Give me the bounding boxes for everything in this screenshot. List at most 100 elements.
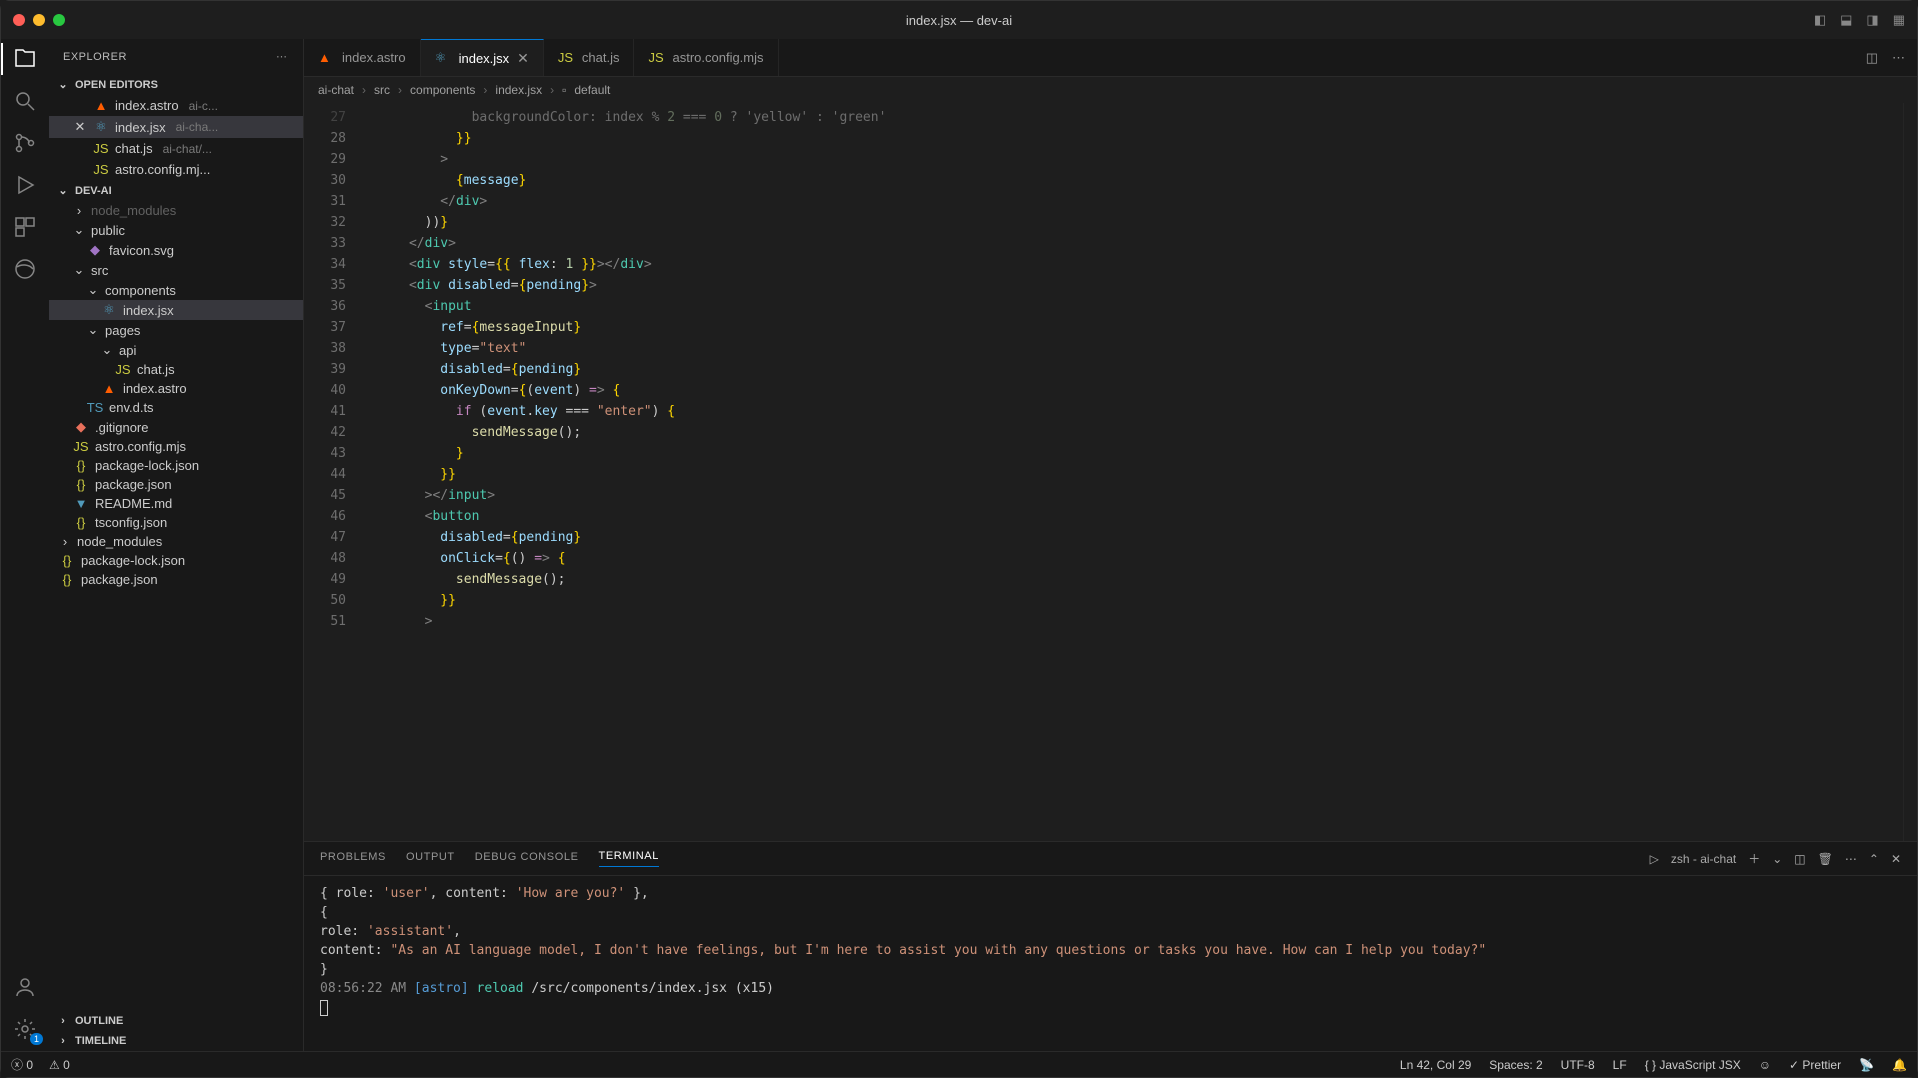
run-debug-icon[interactable] — [13, 173, 37, 197]
js-file-icon: JS — [115, 362, 131, 377]
tab-terminal[interactable]: TERMINAL — [599, 850, 659, 867]
tab-debug-console[interactable]: DEBUG CONSOLE — [475, 851, 579, 867]
react-file-icon: ⚛ — [93, 119, 109, 135]
tree-file[interactable]: ⚛index.jsx — [49, 300, 303, 320]
file-name: index.astro — [123, 381, 187, 396]
search-icon[interactable] — [13, 89, 37, 113]
tab-problems[interactable]: PROBLEMS — [320, 851, 386, 867]
tab-output[interactable]: OUTPUT — [406, 851, 455, 867]
split-editor-icon[interactable]: ◫ — [1866, 50, 1878, 66]
tree-file[interactable]: {}package-lock.json — [49, 456, 303, 475]
breadcrumb-item[interactable]: default — [574, 83, 610, 97]
tree-folder[interactable]: ⌄src — [49, 260, 303, 280]
close-icon[interactable]: ✕ — [73, 119, 87, 135]
minimap[interactable] — [1903, 103, 1917, 841]
close-tab-icon[interactable]: ✕ — [517, 50, 529, 67]
maximize-panel-icon[interactable]: ⌃ — [1869, 852, 1879, 866]
project-section[interactable]: ⌄ DEV-AI — [49, 180, 303, 201]
layout-icon[interactable]: ▦ — [1893, 12, 1905, 28]
split-terminal-icon[interactable]: ◫ — [1794, 852, 1805, 866]
explorer-icon[interactable] — [13, 47, 37, 71]
sidebar-more-icon[interactable]: ⋯ — [276, 50, 289, 63]
editor-tab[interactable]: ⚛index.jsx✕ — [421, 39, 544, 76]
close-panel-icon[interactable]: ✕ — [1891, 852, 1901, 866]
terminal-content[interactable]: { role: 'user', content: 'How are you?' … — [304, 876, 1917, 1051]
editor-tab[interactable]: JSchat.js — [544, 39, 635, 76]
terminal-chevron-icon[interactable]: ⌄ — [1772, 852, 1782, 866]
open-editors-section[interactable]: ⌄ OPEN EDITORS — [49, 74, 303, 95]
tree-file[interactable]: TSenv.d.ts — [49, 398, 303, 417]
terminal-shell-label[interactable]: zsh - ai-chat — [1671, 852, 1736, 866]
open-editor-item[interactable]: JSchat.jsai-chat/... — [49, 138, 303, 159]
more-terminal-icon[interactable]: ⋯ — [1845, 852, 1857, 866]
sidebar-title: EXPLORER — [63, 51, 127, 63]
tree-file[interactable]: ◆favicon.svg — [49, 240, 303, 260]
breadcrumb-item[interactable]: components — [410, 83, 475, 97]
open-editor-item[interactable]: ✕⚛index.jsxai-cha... — [49, 116, 303, 138]
status-language[interactable]: { } JavaScript JSX — [1645, 1058, 1741, 1072]
sidebar: EXPLORER ⋯ ⌄ OPEN EDITORS ▲index.astroai… — [49, 39, 304, 1051]
extensions-icon[interactable] — [13, 215, 37, 239]
tree-folder[interactable]: ⌄pages — [49, 320, 303, 340]
status-spaces[interactable]: Spaces: 2 — [1489, 1058, 1542, 1072]
breadcrumb-item[interactable]: ai-chat — [318, 83, 354, 97]
tab-more-icon[interactable]: ⋯ — [1892, 50, 1905, 66]
accounts-icon[interactable] — [13, 975, 37, 999]
timeline-label: TIMELINE — [75, 1035, 126, 1047]
tab-label: astro.config.mjs — [672, 50, 763, 65]
file-name: package-lock.json — [81, 553, 185, 568]
edge-icon[interactable] — [13, 257, 37, 281]
tree-file[interactable]: JSchat.js — [49, 360, 303, 379]
status-encoding[interactable]: UTF-8 — [1561, 1058, 1595, 1072]
timeline-section[interactable]: › TIMELINE — [49, 1031, 303, 1051]
file-name: favicon.svg — [109, 243, 174, 258]
open-editor-item[interactable]: JSastro.config.mj... — [49, 159, 303, 180]
tree-file[interactable]: {}package.json — [49, 570, 303, 589]
panel-bottom-icon[interactable]: ⬓ — [1840, 12, 1852, 28]
tree-file[interactable]: ▲index.astro — [49, 379, 303, 398]
tree-folder[interactable]: ›node_modules — [49, 532, 303, 551]
status-warnings[interactable]: ⚠ 0 — [49, 1058, 70, 1072]
tree-file[interactable]: ◆.gitignore — [49, 417, 303, 437]
breadcrumbs[interactable]: ai-chat›src›components›index.jsx›▫ defau… — [304, 77, 1917, 103]
titlebar: index.jsx — dev-ai ◧ ⬓ ◨ ▦ — [1, 1, 1917, 39]
chevron-icon: ⌄ — [87, 282, 99, 298]
breadcrumb-item[interactable]: index.jsx — [495, 83, 542, 97]
tree-folder[interactable]: ⌄public — [49, 220, 303, 240]
outline-section[interactable]: › OUTLINE — [49, 1011, 303, 1031]
source-control-icon[interactable] — [13, 131, 37, 155]
window: index.jsx — dev-ai ◧ ⬓ ◨ ▦ — [0, 0, 1918, 1078]
settings-gear-icon[interactable]: 1 — [13, 1017, 37, 1041]
tree-file[interactable]: {}package.json — [49, 475, 303, 494]
status-bell-icon[interactable]: 🔔 — [1892, 1058, 1907, 1072]
status-copilot-icon[interactable]: ☺ — [1759, 1058, 1771, 1072]
editor-tab[interactable]: JSastro.config.mjs — [634, 39, 778, 76]
open-editor-item[interactable]: ▲index.astroai-c... — [49, 95, 303, 116]
editor-tab[interactable]: ▲index.astro — [304, 39, 421, 76]
new-terminal-icon[interactable]: ＋ — [1748, 850, 1760, 867]
tree-folder[interactable]: ›node_modules — [49, 201, 303, 220]
kill-terminal-icon[interactable]: 🗑 — [1818, 852, 1833, 866]
maximize-window-button[interactable] — [53, 14, 65, 26]
status-line-col[interactable]: Ln 42, Col 29 — [1400, 1058, 1471, 1072]
json-file-icon: {} — [73, 477, 89, 492]
tree-file[interactable]: ▼README.md — [49, 494, 303, 513]
editor-body[interactable]: 2728293031323334353637383940414243444546… — [304, 103, 1917, 841]
status-eol[interactable]: LF — [1613, 1058, 1627, 1072]
tree-folder[interactable]: ⌄api — [49, 340, 303, 360]
tree-file[interactable]: {}package-lock.json — [49, 551, 303, 570]
panel-right-icon[interactable]: ◨ — [1866, 12, 1878, 28]
close-window-button[interactable] — [13, 14, 25, 26]
breadcrumb-item[interactable]: src — [374, 83, 390, 97]
status-errors[interactable]: ⓧ 0 — [11, 1056, 33, 1073]
code-content[interactable]: backgroundColor: index % 2 === 0 ? 'yell… — [362, 103, 1903, 841]
status-feedback-icon[interactable]: 📡 — [1859, 1058, 1874, 1072]
status-prettier[interactable]: ✓ Prettier — [1789, 1058, 1841, 1072]
minimize-window-button[interactable] — [33, 14, 45, 26]
open-editors-label: OPEN EDITORS — [75, 79, 158, 91]
tree-folder[interactable]: ⌄components — [49, 280, 303, 300]
tree-file[interactable]: JSastro.config.mjs — [49, 437, 303, 456]
terminal-launch-icon[interactable]: ▷ — [1650, 852, 1659, 866]
tree-file[interactable]: {}tsconfig.json — [49, 513, 303, 532]
panel-left-icon[interactable]: ◧ — [1814, 12, 1826, 28]
